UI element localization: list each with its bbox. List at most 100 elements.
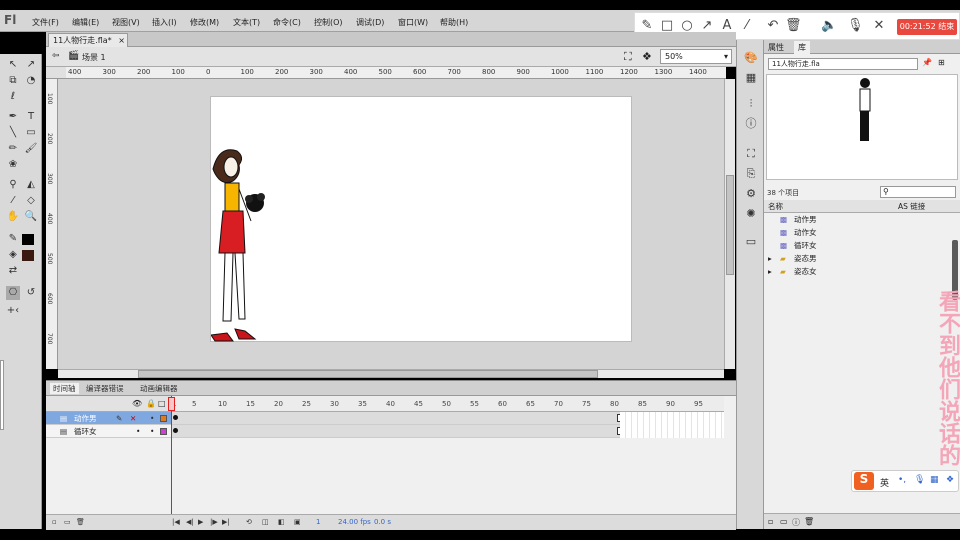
loop-icon[interactable]: ⟲ [246,518,252,526]
edit-multiple-icon[interactable]: ▣ [294,518,301,526]
tab-compiler-errors[interactable]: 编译器错误 [86,383,124,394]
menu-modify[interactable]: 修改(M) [190,17,219,28]
menu-text[interactable]: 文本(T) [233,17,260,28]
menu-control[interactable]: 控制(O) [314,17,343,28]
microphone-icon[interactable]: 🎙 [847,18,864,33]
new-layer-icon[interactable]: ▫ [52,518,57,526]
line-tool-icon[interactable]: ╲ [6,126,20,140]
circle-icon[interactable]: ○ [679,18,695,33]
lock-dot-icon[interactable]: • [150,412,154,425]
undo-icon[interactable]: ↶ [765,18,781,33]
snap-icon[interactable]: ↺ [24,286,38,300]
lasso-tool-icon[interactable]: ℓ [6,90,20,104]
play-icon[interactable]: ▶ [198,518,203,526]
menu-insert[interactable]: 插入(I) [152,17,177,28]
close-icon[interactable]: ✕ [871,18,887,33]
output-icon[interactable]: ▭ [743,234,759,250]
menu-file[interactable]: 文件(F) [32,17,59,28]
woman-character[interactable] [211,145,271,391]
edit-symbol-icon[interactable]: ❖ [642,50,652,63]
skin-icon[interactable]: ❖ [946,475,954,485]
fill-color-swatch[interactable] [22,250,34,261]
tab-properties[interactable]: 属性 [768,42,784,53]
rectangle-tool-icon[interactable]: ▭ [24,126,38,140]
eraser-icon[interactable]: ◇ [24,194,38,208]
frame-ruler[interactable]: 1 5 10 15 20 25 30 35 40 45 50 55 60 65 … [172,396,724,412]
layer-color-swatch[interactable] [160,415,167,422]
swatches-icon[interactable]: ▦ [743,70,759,86]
stage[interactable] [210,96,632,342]
pencil-tool-icon[interactable]: ✏ [6,142,20,156]
menu-debug[interactable]: 调试(D) [356,17,384,28]
history-icon[interactable]: ⎘ [743,166,759,182]
library-item[interactable]: ▩ 动作女 [764,226,960,239]
tab-motion-editor[interactable]: 动画编辑器 [140,383,178,394]
side-handle[interactable] [0,360,4,430]
first-frame-icon[interactable]: |◀ [172,518,180,526]
column-as-linkage[interactable]: AS 链接 [898,200,925,213]
menu-view[interactable]: 视图(V) [112,17,140,28]
frame-rate[interactable]: 24.00 fps [338,518,371,526]
trash-icon[interactable]: 🗑 [785,18,802,33]
last-frame-icon[interactable]: ▶| [222,518,230,526]
menu-window[interactable]: 窗口(W) [398,17,428,28]
voice-icon[interactable]: 🎙 [914,475,925,485]
swap-colors-icon[interactable]: ⇄ [6,264,20,278]
3d-rotation-icon[interactable]: ◔ [24,74,38,88]
rectangle-icon[interactable]: □ [659,18,675,33]
new-library-icon[interactable]: ⊞ [938,58,945,67]
stroke-color-swatch[interactable] [22,234,34,245]
next-frame-icon[interactable]: |▶ [210,518,218,526]
new-folder-icon[interactable]: ▭ [780,517,788,526]
delete-layer-icon[interactable]: 🗑 [76,518,85,526]
layer-color-swatch[interactable] [160,428,167,435]
onion-skin-icon[interactable]: ◫ [262,518,269,526]
transform-icon[interactable]: ⛶ [743,146,759,162]
stage-horizontal-scrollbar[interactable] [58,369,724,378]
library-item[interactable]: ▩ 动作男 [764,213,960,226]
recording-timer[interactable]: 00:21:52 结束 [897,19,957,35]
paint-bucket-icon[interactable]: ◭ [24,178,38,192]
playhead[interactable] [171,396,172,514]
zoom-select[interactable]: 50% ▾ [660,49,732,64]
smooth-icon[interactable]: +‹ [6,304,20,318]
eye-icon[interactable]: 👁 [132,399,142,408]
subselection-tool-icon[interactable]: ↗ [24,58,38,72]
playhead-handle[interactable] [168,397,175,411]
outline-icon[interactable]: □ [158,399,166,408]
library-search-input[interactable]: ⚲ [880,186,956,198]
chevron-right-icon[interactable]: ▸ [768,252,772,265]
column-name[interactable]: 名称 [768,200,783,213]
library-file-select[interactable]: 11人物行走.fla [768,58,918,70]
text-icon[interactable]: A [719,18,735,33]
highlighter-icon[interactable]: ⁄ [739,18,755,33]
speaker-icon[interactable]: 🔈 [821,18,837,33]
free-transform-icon[interactable]: ⧉ [6,74,20,88]
bone-tool-icon[interactable]: ⚲ [6,178,20,192]
layer-row-dongzuonan[interactable]: ▤ 动作男 ✎ ✕ • [46,412,172,425]
document-tab[interactable]: 11人物行走.fla* × [48,33,128,47]
brush-tool-icon[interactable]: 🖌 [24,142,38,156]
motion-presets-icon[interactable]: ✺ [743,206,759,222]
pen-icon[interactable]: ✎ [639,18,655,33]
stage-vertical-scrollbar[interactable] [724,79,735,369]
stroke-color-icon[interactable]: ✎ [6,232,20,246]
new-folder-icon[interactable]: ▭ [64,518,71,526]
layer-row-xunhuannv[interactable]: ▤ 循环女 • • [46,425,172,438]
edit-scene-icon[interactable]: ⛶ [624,50,632,64]
punctuation-icon[interactable]: •, [898,475,906,485]
deco-tool-icon[interactable]: ❀ [6,158,20,172]
arrow-icon[interactable]: ↗ [699,18,715,33]
library-item[interactable]: ▩ 循环女 [764,239,960,252]
prev-frame-icon[interactable]: ◀| [186,518,194,526]
delete-icon[interactable]: 🗑 [804,517,814,526]
zoom-tool-icon[interactable]: 🔍 [24,210,38,224]
lock-icon[interactable]: 🔒 [146,399,156,408]
library-folder[interactable]: ▸ ▰ 姿态男 [764,252,960,265]
menu-commands[interactable]: 命令(C) [273,17,301,28]
color-panel-icon[interactable]: 🎨 [743,50,759,66]
eyedropper-icon[interactable]: ⁄ [6,194,20,208]
properties-icon[interactable]: ⓘ [792,517,800,528]
tab-library[interactable]: 库 [794,41,810,54]
pin-icon[interactable]: 📌 [922,58,932,67]
